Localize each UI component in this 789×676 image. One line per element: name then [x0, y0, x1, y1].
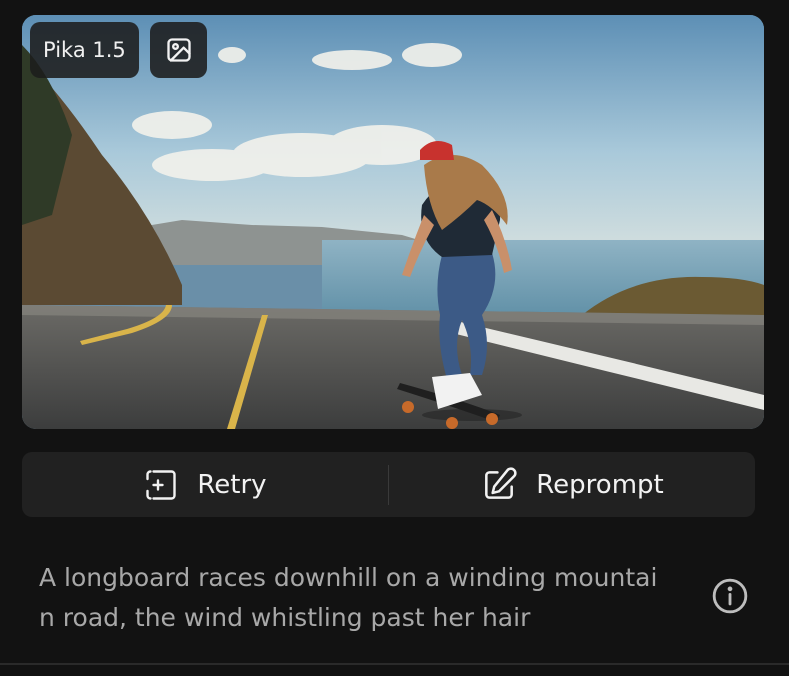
info-button[interactable]	[711, 577, 749, 615]
action-bar: Retry Reprompt	[22, 452, 755, 517]
retry-label: Retry	[197, 469, 267, 500]
info-icon	[712, 578, 748, 614]
prompt-text: A longboard races downhill on a winding …	[39, 563, 658, 632]
edit-icon	[485, 466, 517, 499]
scene-illustration	[22, 15, 764, 429]
reprompt-label: Reprompt	[536, 469, 664, 500]
retry-button[interactable]: Retry	[22, 452, 388, 517]
video-preview[interactable]	[22, 15, 764, 429]
image-icon	[166, 38, 191, 62]
reprompt-button[interactable]: Reprompt	[389, 452, 755, 517]
model-badge: Pika 1.5	[30, 22, 139, 78]
image-button[interactable]	[150, 22, 207, 78]
bottom-divider	[0, 663, 789, 665]
video-card: Pika 1.5 Retry Reprompt A longboard race…	[0, 0, 789, 676]
add-frame-icon	[146, 469, 177, 500]
